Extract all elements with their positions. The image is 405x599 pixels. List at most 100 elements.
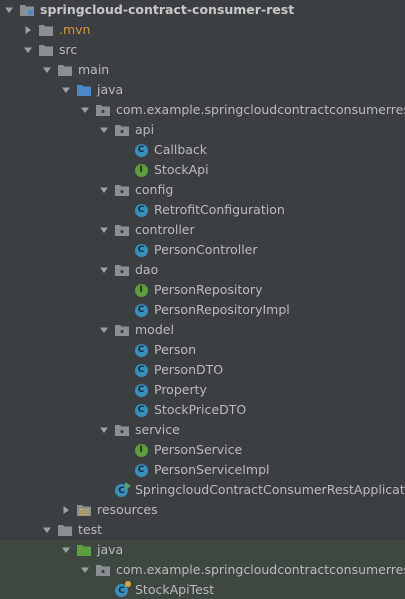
tree-row[interactable]: test xyxy=(0,520,405,540)
tree-row[interactable]: model xyxy=(0,320,405,340)
expand-arrow-right-icon[interactable] xyxy=(61,505,71,515)
expand-arrow-down-icon[interactable] xyxy=(99,425,109,435)
test-class-icon: C xyxy=(115,581,131,597)
class-icon: C xyxy=(134,403,148,417)
tree-row[interactable]: C PersonController xyxy=(0,240,405,260)
folder-icon xyxy=(39,23,53,37)
tree-row[interactable]: com.example.springcloudcontractconsumerr… xyxy=(0,560,405,580)
tree-row[interactable]: resources xyxy=(0,500,405,520)
source-root-icon xyxy=(77,83,91,97)
interface-icon: I xyxy=(134,283,148,297)
tree-row[interactable]: dao xyxy=(0,260,405,280)
class-icon: C xyxy=(134,343,148,357)
expand-arrow-down-icon[interactable] xyxy=(99,125,109,135)
tree-item-label: api xyxy=(135,122,155,137)
tree-item-label: PersonRepository xyxy=(154,282,263,297)
tree-row[interactable]: C SpringcloudContractConsumerRestApplicat… xyxy=(0,480,405,500)
tree-item-label: Person xyxy=(154,342,197,357)
expand-arrow-down-icon[interactable] xyxy=(80,105,90,115)
folder-icon xyxy=(58,523,72,537)
tree-item-label: RetrofitConfiguration xyxy=(154,202,285,217)
expand-arrow-down-icon[interactable] xyxy=(42,65,52,75)
package-icon xyxy=(115,123,129,137)
expand-arrow-down-icon[interactable] xyxy=(23,45,33,55)
tree-item-label: StockApiTest xyxy=(135,582,215,597)
interface-icon: I xyxy=(134,443,148,457)
tree-item-label: StockApi xyxy=(154,162,209,177)
tree-row[interactable]: service xyxy=(0,420,405,440)
expand-arrow-down-icon[interactable] xyxy=(99,185,109,195)
package-icon xyxy=(115,183,129,197)
class-icon: C xyxy=(134,143,148,157)
expand-arrow-down-icon[interactable] xyxy=(99,265,109,275)
spring-boot-app-icon: C xyxy=(115,482,131,497)
class-icon: C xyxy=(134,383,148,397)
class-icon: C xyxy=(134,303,148,317)
package-icon xyxy=(115,423,129,437)
tree-row[interactable]: I PersonService xyxy=(0,440,405,460)
tree-row[interactable]: springcloud-contract-consumer-rest xyxy=(0,0,405,20)
module-folder-icon xyxy=(20,3,34,17)
expand-arrow-down-icon[interactable] xyxy=(99,325,109,335)
tree-item-label: com.example.springcloudcontractconsumerr… xyxy=(116,562,405,577)
tree-row[interactable]: C PersonServiceImpl xyxy=(0,460,405,480)
tree-item-label: config xyxy=(135,182,174,197)
expand-arrow-down-icon[interactable] xyxy=(4,5,14,15)
tree-row[interactable]: main xyxy=(0,60,405,80)
package-icon xyxy=(115,323,129,337)
tree-row[interactable]: api xyxy=(0,120,405,140)
tree-item-label: test xyxy=(78,522,103,537)
tree-item-label: Property xyxy=(154,382,207,397)
test-source-root-icon xyxy=(77,543,91,557)
class-icon: C xyxy=(134,203,148,217)
tree-row[interactable]: I PersonRepository xyxy=(0,280,405,300)
package-icon xyxy=(115,263,129,277)
tree-item-label: .mvn xyxy=(59,22,91,37)
tree-item-label: java xyxy=(97,82,124,97)
expand-arrow-right-icon[interactable] xyxy=(23,25,33,35)
tree-item-label: java xyxy=(97,542,124,557)
tree-row[interactable]: C PersonDTO xyxy=(0,360,405,380)
tree-item-label: PersonService xyxy=(154,442,243,457)
tree-row[interactable]: C StockApiTest xyxy=(0,580,405,599)
folder-icon xyxy=(58,63,72,77)
class-icon: C xyxy=(134,463,148,477)
tree-row[interactable]: C PersonRepositoryImpl xyxy=(0,300,405,320)
tree-item-label: springcloud-contract-consumer-rest xyxy=(40,2,295,17)
project-tree: springcloud-contract-consumer-rest .mvn sr… xyxy=(0,0,405,599)
tree-item-label: StockPriceDTO xyxy=(154,402,247,417)
expand-arrow-down-icon[interactable] xyxy=(42,525,52,535)
class-icon: C xyxy=(134,243,148,257)
package-icon xyxy=(96,103,110,117)
tree-item-label: PersonServiceImpl xyxy=(154,462,270,477)
tree-item-label: controller xyxy=(135,222,195,237)
tree-item-label: Callback xyxy=(154,142,208,157)
package-icon xyxy=(96,563,110,577)
tree-row[interactable]: config xyxy=(0,180,405,200)
interface-icon: I xyxy=(134,163,148,177)
expand-arrow-down-icon[interactable] xyxy=(80,565,90,575)
tree-row[interactable]: com.example.springcloudcontractconsumerr… xyxy=(0,100,405,120)
tree-row[interactable]: java xyxy=(0,80,405,100)
tree-row[interactable]: C Person xyxy=(0,340,405,360)
class-icon: C xyxy=(134,363,148,377)
tree-row[interactable]: C Callback xyxy=(0,140,405,160)
tree-row[interactable]: src xyxy=(0,40,405,60)
expand-arrow-down-icon[interactable] xyxy=(61,545,71,555)
tree-item-label: model xyxy=(135,322,174,337)
tree-row[interactable]: controller xyxy=(0,220,405,240)
tree-row[interactable]: I StockApi xyxy=(0,160,405,180)
tree-item-label: PersonRepositoryImpl xyxy=(154,302,290,317)
tree-row[interactable]: java xyxy=(0,540,405,560)
expand-arrow-down-icon[interactable] xyxy=(61,85,71,95)
tree-row[interactable]: .mvn xyxy=(0,20,405,40)
tree-item-label: src xyxy=(59,42,78,57)
tree-row[interactable]: C RetrofitConfiguration xyxy=(0,200,405,220)
expand-arrow-down-icon[interactable] xyxy=(99,225,109,235)
tree-row[interactable]: C StockPriceDTO xyxy=(0,400,405,420)
folder-icon xyxy=(39,43,53,57)
tree-item-label: PersonDTO xyxy=(154,362,224,377)
tree-item-label: com.example.springcloudcontractconsumerr… xyxy=(116,102,405,117)
tree-item-label: service xyxy=(135,422,180,437)
tree-row[interactable]: C Property xyxy=(0,380,405,400)
